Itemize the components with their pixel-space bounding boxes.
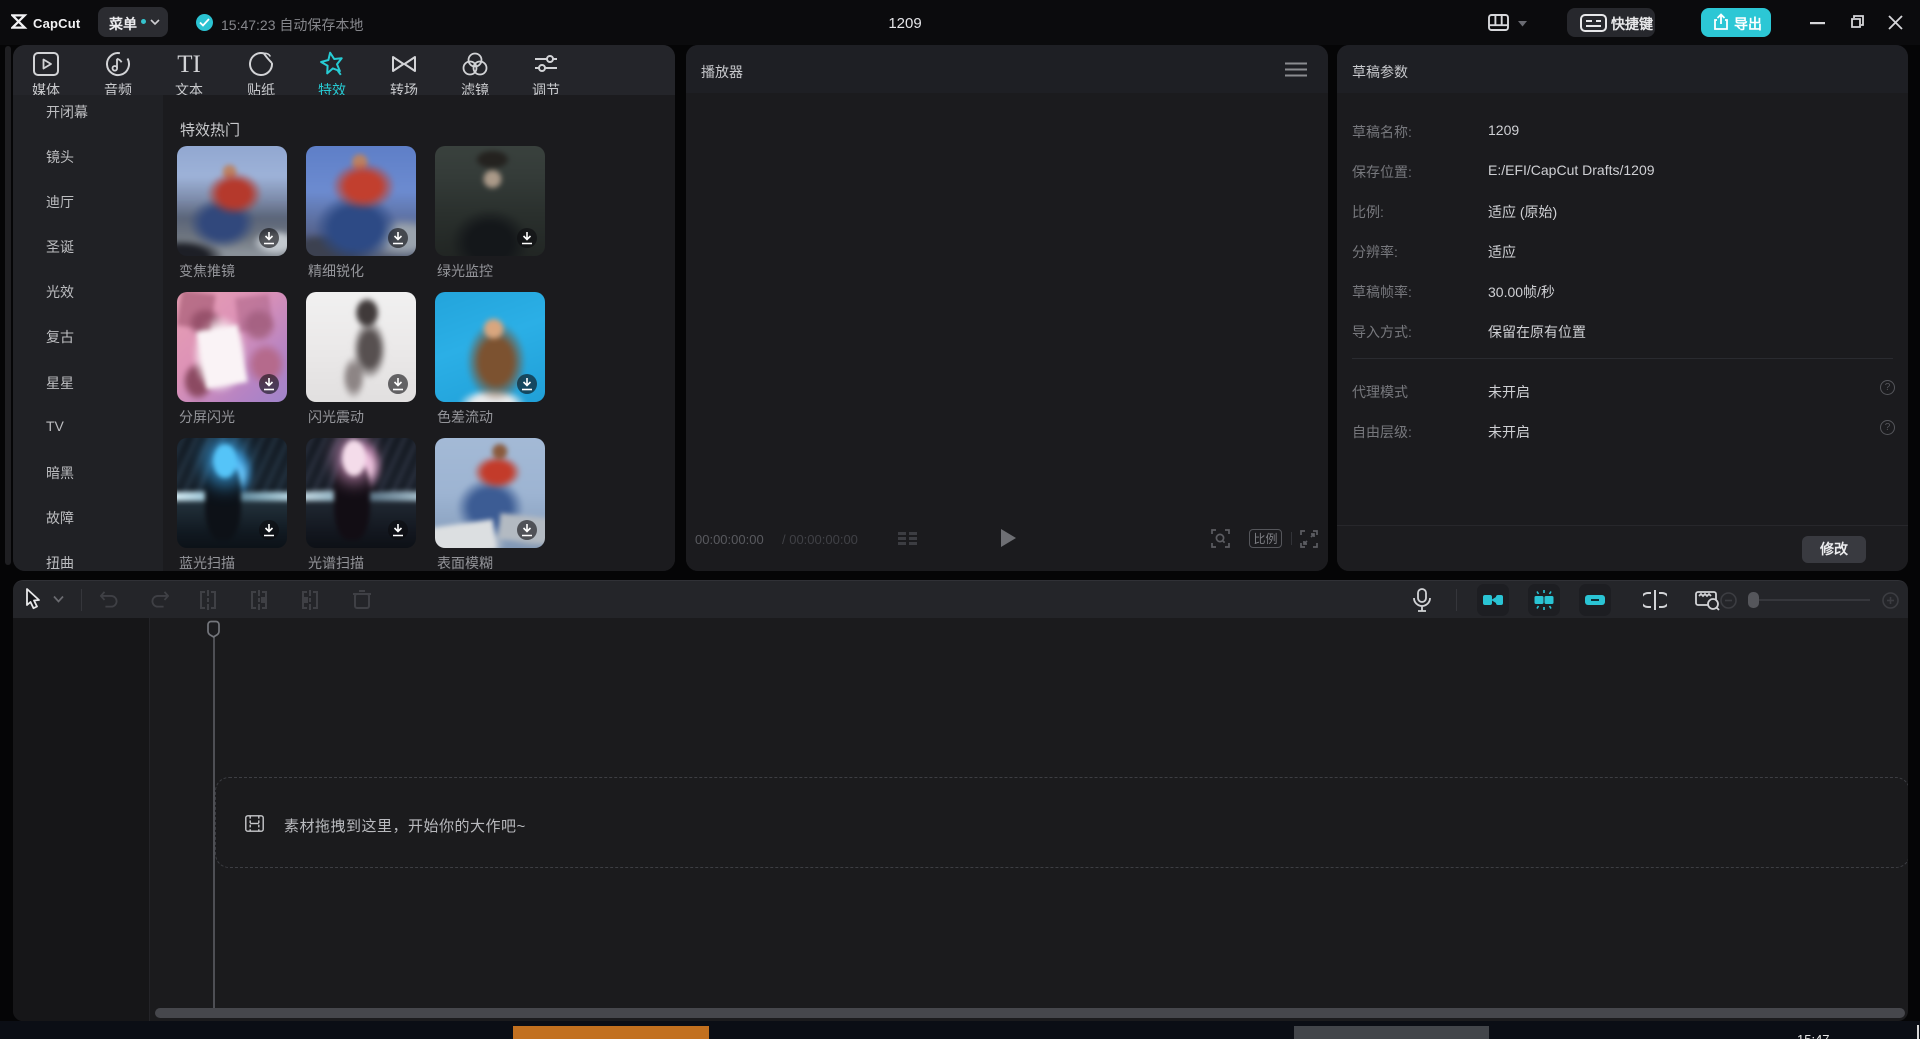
svg-text:TI: TI xyxy=(177,51,201,77)
